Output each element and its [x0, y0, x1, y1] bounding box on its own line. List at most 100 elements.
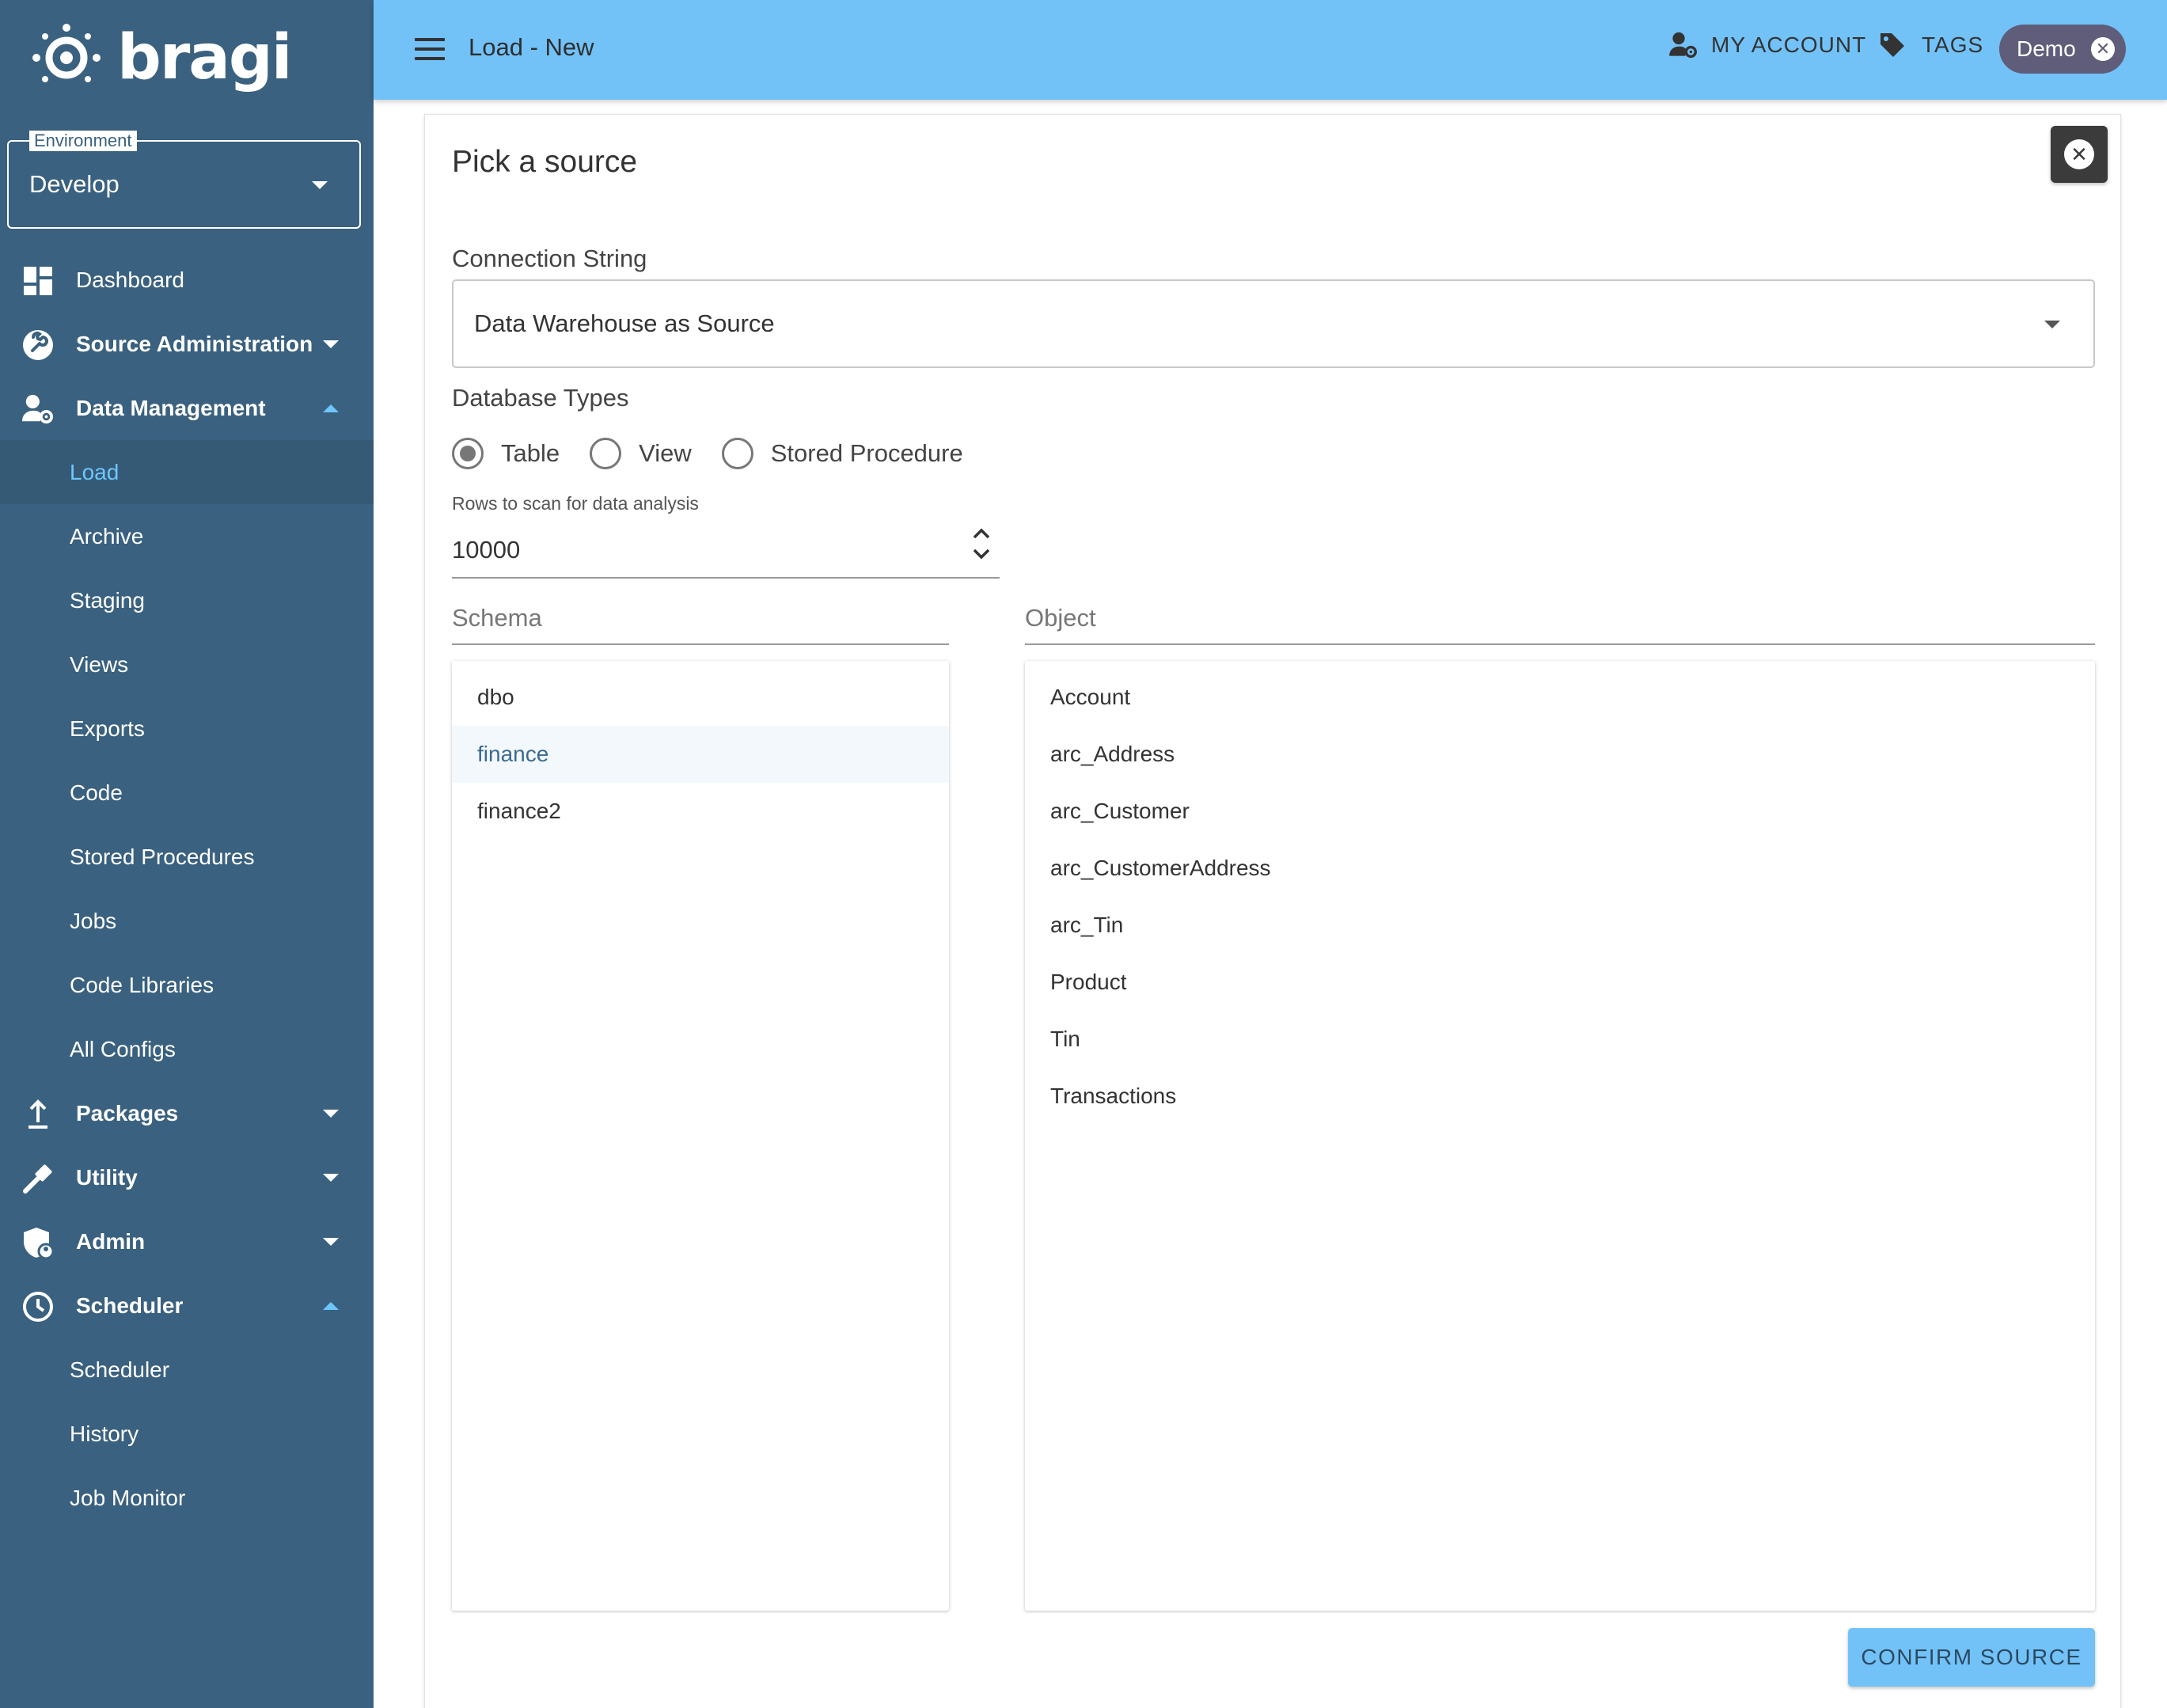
radio-stored-procedure[interactable]: Stored Procedure — [721, 438, 963, 469]
nav-staging-label: Staging — [70, 587, 145, 613]
dashboard-icon — [22, 265, 54, 297]
page-title: Load - New — [469, 33, 594, 61]
nav-exports[interactable]: Exports — [0, 696, 374, 761]
nav-job-monitor-label: Job Monitor — [70, 1485, 186, 1510]
tools-icon — [22, 1163, 54, 1194]
rows-to-scan-input[interactable]: 10000 — [452, 526, 1000, 579]
nav-all-configs[interactable]: All Configs — [0, 1017, 374, 1081]
schema-label: Schema — [452, 604, 542, 632]
object-item[interactable]: arc_Customer — [1025, 783, 2095, 840]
radio-stored-procedure-label: Stored Procedure — [770, 439, 963, 467]
caret-down-icon — [312, 181, 328, 189]
number-stepper-icon[interactable] — [970, 520, 993, 567]
caret-down-icon — [323, 1174, 339, 1182]
nav-packages[interactable]: Packages — [0, 1081, 374, 1145]
caret-up-icon — [323, 404, 339, 412]
nav-jobs-label: Jobs — [70, 908, 117, 933]
nav-data-management[interactable]: Data Management — [0, 376, 374, 440]
nav-jobs[interactable]: Jobs — [0, 889, 374, 953]
nav-packages-label: Packages — [76, 1100, 179, 1125]
nav-history[interactable]: History — [0, 1402, 374, 1466]
schema-item-finance2[interactable]: finance2 — [452, 783, 949, 840]
app-logo[interactable]: bragi — [30, 14, 293, 101]
nav-code[interactable]: Code — [0, 761, 374, 825]
object-item[interactable]: Tin — [1025, 1011, 2095, 1068]
radio-checked-icon — [452, 438, 484, 469]
nav-scheduler-label: Scheduler — [76, 1292, 184, 1318]
close-icon: ✕ — [2064, 139, 2094, 169]
connection-string-value: Data Warehouse as Source — [474, 309, 775, 337]
confirm-source-button[interactable]: CONFIRM SOURCE — [1848, 1628, 2095, 1687]
sidebar: bragi Environment Develop Dashboard Sour… — [0, 0, 374, 1708]
radio-view[interactable]: View — [590, 438, 692, 469]
caret-down-icon — [323, 340, 339, 348]
object-item[interactable]: Product — [1025, 954, 2095, 1011]
object-item[interactable]: arc_Tin — [1025, 897, 2095, 954]
nav-load[interactable]: Load — [0, 440, 374, 504]
nav-source-administration-label: Source Administration — [76, 331, 313, 356]
nav-admin[interactable]: Admin — [0, 1209, 374, 1273]
my-account-button[interactable]: MY ACCOUNT — [1668, 32, 1866, 59]
nav-code-label: Code — [70, 780, 123, 805]
object-label: Object — [1025, 604, 1096, 632]
environment-value: Develop — [29, 170, 120, 198]
clock-icon — [22, 1291, 54, 1323]
my-account-label: MY ACCOUNT — [1711, 32, 1867, 57]
nav-dashboard[interactable]: Dashboard — [0, 248, 374, 312]
tags-button[interactable]: TAGS — [1879, 32, 1983, 59]
demo-chip[interactable]: Demo ✕ — [1999, 25, 2126, 74]
object-item[interactable]: arc_Address — [1025, 726, 2095, 783]
schema-column-header: Schema — [452, 588, 949, 645]
nav-history-label: History — [70, 1421, 139, 1446]
environment-select[interactable]: Environment Develop — [7, 131, 361, 229]
admin-shield-icon — [22, 1227, 54, 1259]
nav-views[interactable]: Views — [0, 632, 374, 696]
bragi-logo-icon — [32, 24, 101, 82]
tags-label: TAGS — [1922, 32, 1984, 57]
rows-to-scan-value: 10000 — [452, 536, 521, 564]
nav-exports-label: Exports — [70, 715, 145, 741]
logo-text: bragi — [117, 22, 293, 93]
schema-item-dbo[interactable]: dbo — [452, 669, 949, 726]
schema-item-finance[interactable]: finance — [452, 726, 949, 783]
nav-views-label: Views — [70, 651, 129, 677]
user-settings-icon — [1669, 32, 1697, 59]
radio-table[interactable]: Table — [452, 438, 560, 469]
nav-data-management-label: Data Management — [76, 395, 266, 420]
object-item[interactable]: arc_CustomerAddress — [1025, 840, 2095, 897]
caret-down-icon — [323, 1110, 339, 1118]
nav-staging[interactable]: Staging — [0, 568, 374, 632]
caret-down-icon — [323, 1238, 339, 1246]
nav-scheduler-sub[interactable]: Scheduler — [0, 1338, 374, 1402]
nav-scheduler[interactable]: Scheduler — [0, 1273, 374, 1338]
radio-view-label: View — [639, 439, 692, 467]
object-item[interactable]: Account — [1025, 669, 2095, 726]
object-item[interactable]: Transactions — [1025, 1068, 2095, 1125]
nav-load-label: Load — [70, 459, 120, 484]
object-list: Account arc_Address arc_Customer arc_Cus… — [1025, 661, 2095, 1611]
nav-scheduler-sub-label: Scheduler — [70, 1357, 170, 1382]
nav-utility-label: Utility — [76, 1164, 138, 1190]
nav-job-monitor[interactable]: Job Monitor — [0, 1466, 374, 1530]
nav-stored-procedures[interactable]: Stored Procedures — [0, 825, 374, 889]
nav-dashboard-label: Dashboard — [76, 267, 184, 292]
nav-stored-procedures-label: Stored Procedures — [70, 844, 255, 869]
panel-title: Pick a source — [452, 145, 638, 179]
close-panel-button[interactable]: ✕ — [2051, 126, 2108, 183]
radio-unchecked-icon — [721, 438, 753, 469]
connection-string-label: Connection String — [452, 245, 647, 272]
caret-down-icon — [2044, 321, 2060, 328]
object-column-header: Object — [1025, 588, 2095, 645]
environment-label: Environment — [29, 131, 137, 151]
pick-source-panel: Pick a source ✕ Connection String Data W… — [424, 114, 2121, 1708]
connection-string-select[interactable]: Data Warehouse as Source — [452, 279, 2095, 368]
close-icon[interactable]: ✕ — [2091, 37, 2115, 61]
nav-utility[interactable]: Utility — [0, 1145, 374, 1209]
database-types-label: Database Types — [452, 384, 629, 412]
menu-icon[interactable] — [415, 38, 445, 60]
nav-archive[interactable]: Archive — [0, 504, 374, 568]
demo-chip-label: Demo — [2017, 36, 2076, 61]
nav-source-administration[interactable]: Source Administration — [0, 312, 374, 376]
sidebar-nav: Dashboard Source Administration Data Man… — [0, 248, 374, 1530]
nav-code-libraries[interactable]: Code Libraries — [0, 953, 374, 1017]
